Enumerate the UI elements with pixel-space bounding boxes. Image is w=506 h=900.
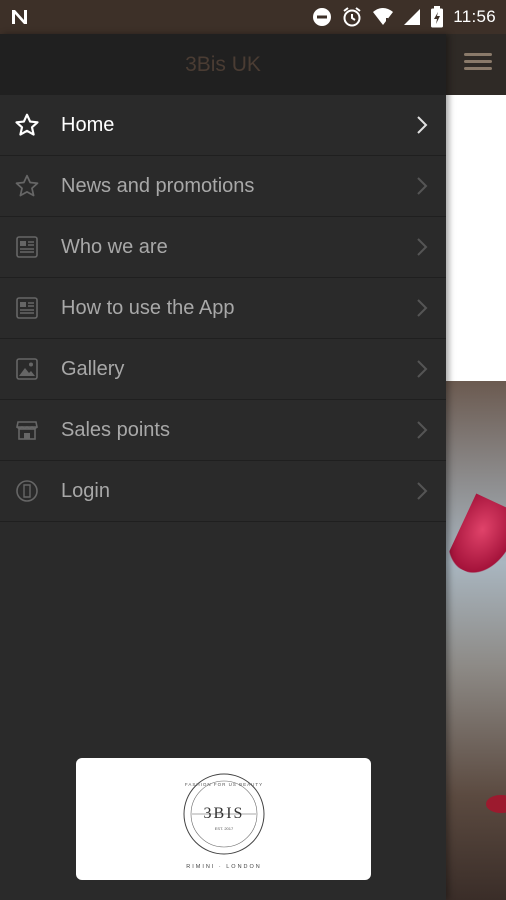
status-time: 11:56 <box>453 7 496 26</box>
menu-item-who-we-are[interactable]: Who we are <box>0 217 446 278</box>
content-panel <box>446 95 506 381</box>
drawer-header: 3Bis UK <box>0 34 446 95</box>
menu-item-how-to-use[interactable]: How to use the App <box>0 278 446 339</box>
brand-logo: 3BIS EST. 2017 FASHION FOR US BEAUTY RIM… <box>183 773 264 870</box>
chevron-right-icon <box>412 420 432 440</box>
drawer-title: 3Bis UK <box>185 52 261 76</box>
menu-item-gallery[interactable]: Gallery <box>0 339 446 400</box>
battery-icon <box>430 6 444 28</box>
star-icon <box>14 173 40 199</box>
chevron-right-icon <box>412 176 432 196</box>
dnd-icon <box>312 7 332 27</box>
brand-locations: RIMINI · LONDON <box>186 864 262 870</box>
menu-item-label: Sales points <box>61 418 170 441</box>
chevron-right-icon <box>412 359 432 379</box>
chevron-right-icon <box>412 298 432 318</box>
alarm-icon <box>341 6 363 28</box>
chevron-right-icon <box>412 237 432 257</box>
user-icon <box>14 478 40 504</box>
signal-icon <box>403 7 421 27</box>
menu-item-news[interactable]: News and promotions <box>0 156 446 217</box>
image-icon <box>14 356 40 382</box>
menu-item-home[interactable]: Home <box>0 95 446 156</box>
menu-item-label: Home <box>61 113 115 136</box>
chevron-right-icon <box>412 115 432 135</box>
menu-item-label: News and promotions <box>61 174 255 197</box>
brand-logo-card: 3BIS EST. 2017 FASHION FOR US BEAUTY RIM… <box>76 758 371 880</box>
menu-item-sales-points[interactable]: Sales points <box>0 400 446 461</box>
brand-name: 3BIS <box>203 805 244 822</box>
brand-est: EST. 2017 <box>214 826 233 831</box>
star-icon <box>14 112 40 138</box>
menu-item-label: Who we are <box>61 235 168 258</box>
status-bar: 11:56 <box>0 0 506 34</box>
menu-item-login[interactable]: Login <box>0 461 446 522</box>
menu-item-label: Gallery <box>61 357 125 380</box>
n-icon <box>10 8 30 26</box>
navigation-drawer: 3Bis UK Home News and promotions Who we … <box>0 34 446 900</box>
document-icon <box>14 295 40 321</box>
brand-tagline: FASHION FOR US BEAUTY <box>184 782 262 787</box>
hero-image <box>444 381 506 900</box>
menu-item-label: Login <box>61 479 110 502</box>
wifi-icon <box>372 7 394 27</box>
menu-icon[interactable] <box>464 49 492 77</box>
document-icon <box>14 234 40 260</box>
chevron-right-icon <box>412 481 432 501</box>
store-icon <box>14 417 40 443</box>
menu-item-label: How to use the App <box>61 296 235 319</box>
